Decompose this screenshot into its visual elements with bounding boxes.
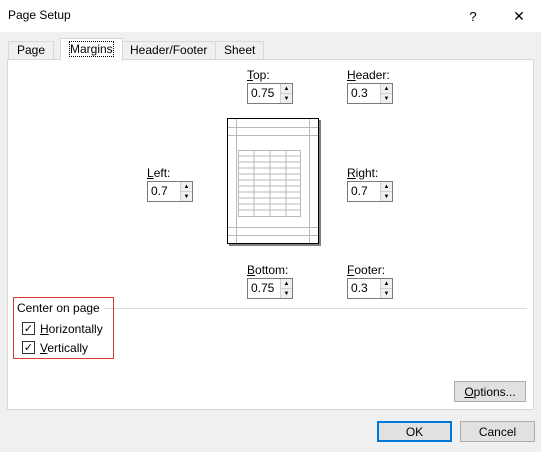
tab-margins-label: Margins bbox=[69, 41, 114, 57]
footer-margin-label: Footer: bbox=[347, 263, 386, 277]
help-button[interactable]: ? bbox=[451, 0, 495, 32]
vertically-checkbox-row[interactable]: ✓ Vertically bbox=[22, 340, 88, 355]
preview-left-margin-line bbox=[236, 119, 237, 243]
tab-page[interactable]: Page bbox=[8, 41, 55, 60]
header-margin-label: Header: bbox=[347, 68, 390, 82]
left-margin-label: Left: bbox=[147, 166, 171, 180]
center-on-page-label: Center on page bbox=[17, 301, 104, 316]
bottom-margin-spinner: ▲▼ bbox=[247, 278, 293, 299]
bottom-margin-down-icon[interactable]: ▼ bbox=[281, 289, 292, 298]
close-button[interactable]: ✕ bbox=[497, 0, 541, 32]
preview-header-line bbox=[228, 127, 318, 128]
header-margin-up-icon[interactable]: ▲ bbox=[381, 84, 392, 94]
center-on-page-divider bbox=[104, 308, 527, 309]
top-margin-up-icon[interactable]: ▲ bbox=[281, 84, 292, 94]
footer-margin-input[interactable] bbox=[348, 279, 380, 298]
top-margin-spinner: ▲▼ bbox=[247, 83, 293, 104]
bottom-margin-label: Bottom: bbox=[247, 263, 289, 277]
preview-footer-line bbox=[228, 235, 318, 236]
tab-margins[interactable]: Margins bbox=[60, 38, 123, 61]
bottom-margin-input[interactable] bbox=[248, 279, 280, 298]
horizontally-label: Horizontally bbox=[40, 321, 103, 336]
tab-header-footer-label: Header/Footer bbox=[130, 43, 208, 57]
right-margin-spinner: ▲▼ bbox=[347, 181, 393, 202]
top-margin-field: Top: ▲▼ bbox=[247, 68, 293, 104]
page-preview bbox=[227, 118, 319, 244]
tab-page-label: Page bbox=[17, 43, 46, 57]
top-margin-input[interactable] bbox=[248, 84, 280, 103]
footer-margin-field: Footer: ▲▼ bbox=[347, 263, 393, 299]
check-icon: ✓ bbox=[23, 322, 34, 335]
header-margin-spinner: ▲▼ bbox=[347, 83, 393, 104]
header-margin-field: Header: ▲▼ bbox=[347, 68, 393, 104]
window-title: Page Setup bbox=[8, 8, 71, 22]
bottom-margin-field: Bottom: ▲▼ bbox=[247, 263, 293, 299]
left-margin-spinner: ▲▼ bbox=[147, 181, 193, 202]
tab-sheet[interactable]: Sheet bbox=[215, 41, 265, 60]
vertically-label: Vertically bbox=[40, 340, 89, 355]
right-margin-down-icon[interactable]: ▼ bbox=[381, 192, 392, 201]
cancel-button[interactable]: Cancel bbox=[460, 421, 535, 442]
left-margin-field: Left: ▲▼ bbox=[147, 166, 193, 202]
preview-right-margin-line bbox=[309, 119, 310, 243]
tab-header-footer[interactable]: Header/Footer bbox=[121, 41, 217, 60]
footer-margin-up-icon[interactable]: ▲ bbox=[381, 279, 392, 289]
preview-cell-grid bbox=[238, 150, 301, 217]
margins-panel: Top: ▲▼ Header: ▲▼ Left: ▲▼ Right: ▲▼ bbox=[7, 59, 534, 410]
header-margin-input[interactable] bbox=[348, 84, 380, 103]
left-margin-input[interactable] bbox=[148, 182, 180, 201]
bottom-margin-up-icon[interactable]: ▲ bbox=[281, 279, 292, 289]
tab-sheet-label: Sheet bbox=[224, 43, 256, 57]
check-icon: ✓ bbox=[23, 341, 34, 354]
right-margin-up-icon[interactable]: ▲ bbox=[381, 182, 392, 192]
right-margin-input[interactable] bbox=[348, 182, 380, 201]
title-bar: Page Setup ? ✕ bbox=[0, 0, 541, 32]
top-margin-down-icon[interactable]: ▼ bbox=[281, 94, 292, 103]
ok-button[interactable]: OK bbox=[377, 421, 452, 442]
left-margin-down-icon[interactable]: ▼ bbox=[181, 192, 192, 201]
preview-bottom-margin-line bbox=[228, 227, 318, 228]
right-margin-label: Right: bbox=[347, 166, 379, 180]
horizontally-checkbox[interactable]: ✓ bbox=[22, 322, 35, 335]
header-margin-down-icon[interactable]: ▼ bbox=[381, 94, 392, 103]
vertically-checkbox[interactable]: ✓ bbox=[22, 341, 35, 354]
footer-margin-down-icon[interactable]: ▼ bbox=[381, 289, 392, 298]
options-button[interactable]: Options... bbox=[454, 381, 526, 402]
footer-margin-spinner: ▲▼ bbox=[347, 278, 393, 299]
right-margin-field: Right: ▲▼ bbox=[347, 166, 393, 202]
preview-top-margin-line bbox=[228, 135, 318, 136]
horizontally-checkbox-row[interactable]: ✓ Horizontally bbox=[22, 321, 103, 336]
top-margin-label: Top: bbox=[247, 68, 270, 82]
left-margin-up-icon[interactable]: ▲ bbox=[181, 182, 192, 192]
